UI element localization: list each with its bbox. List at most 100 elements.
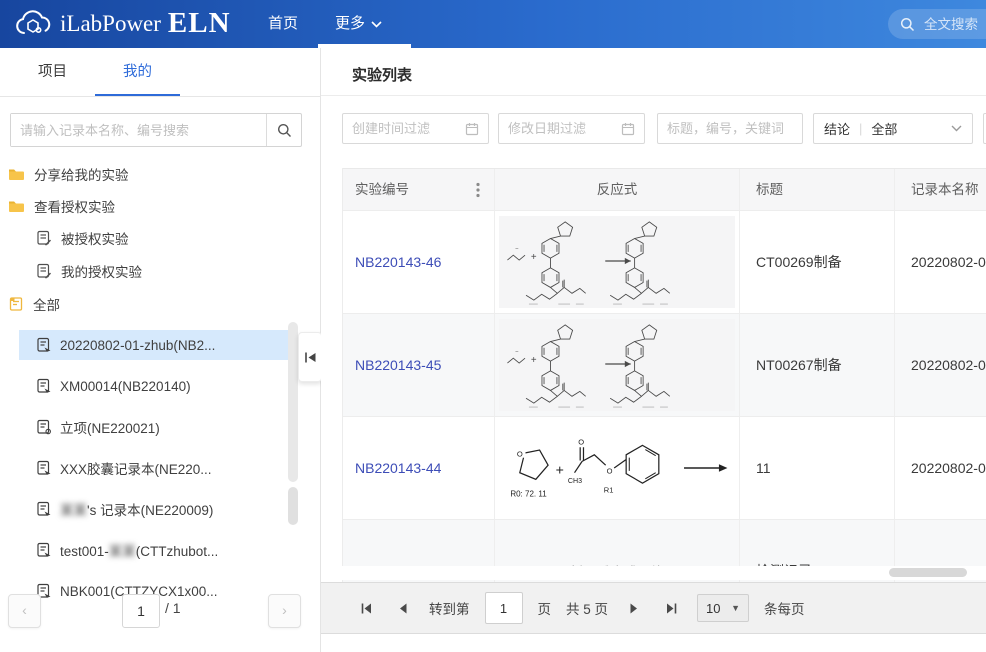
tree-item-granted-to-me[interactable]: 被授权实验 xyxy=(0,223,320,253)
tab-mine[interactable]: 我的 xyxy=(95,48,180,96)
reaction-image: − + xyxy=(499,216,735,308)
experiment-table: 实验编号 反应式 标题 记录本名称 NB220143-46 xyxy=(342,168,986,582)
ilabpower-eln-app: iLabPower ELN 首页 更多 项目 我的 xyxy=(0,0,986,652)
notebook-label: 立项(NE220021) xyxy=(60,417,160,437)
horizontal-scrollbar-thumb[interactable] xyxy=(889,568,967,577)
tree-item-shared[interactable]: 分享给我的实验 xyxy=(0,159,320,189)
table-header-row: 实验编号 反应式 标题 记录本名称 xyxy=(343,168,986,211)
sidebar-scrollbar-thumb[interactable] xyxy=(288,322,298,482)
tree-item-label: 我的授权实验 xyxy=(61,261,142,281)
nav-item-more[interactable]: 更多 xyxy=(335,0,382,48)
reaction-cell: O R0: 72. 11 + O CH3 O R1 xyxy=(495,417,740,520)
conclusion-select[interactable]: 结论 | 全部 xyxy=(813,113,973,144)
notebook-edit-icon xyxy=(36,378,52,394)
filter-created-date[interactable] xyxy=(342,113,489,144)
calendar-icon xyxy=(621,122,635,136)
collapse-left-icon xyxy=(304,351,317,364)
notebook-label: XXX胶囊记录本(NE220... xyxy=(60,458,212,478)
tree-item-authorized-folder[interactable]: 查看授权实验 xyxy=(0,191,320,221)
notebook-item[interactable]: test001-某某(CTTzhubot... xyxy=(19,535,288,565)
calendar-icon xyxy=(465,122,479,136)
experiment-link[interactable]: NB220143-46 xyxy=(355,254,441,270)
cloud-logo-icon xyxy=(14,9,54,39)
global-search[interactable] xyxy=(888,9,986,39)
notebook-edit-icon xyxy=(36,542,52,558)
page-title: 实验列表 xyxy=(352,64,412,85)
filter-keyword-input[interactable] xyxy=(658,121,802,136)
tree-item-all[interactable]: 全部 xyxy=(0,289,320,319)
search-icon xyxy=(277,123,292,138)
experiment-code-cell: NB220143-46 xyxy=(343,211,495,314)
next-page-button[interactable]: › xyxy=(268,594,301,628)
filter-keyword[interactable] xyxy=(657,113,803,144)
notebook-item[interactable]: XXX胶囊记录本(NE220... xyxy=(19,453,288,483)
reaction-cell: − + xyxy=(495,211,740,314)
chevron-down-icon xyxy=(951,125,962,132)
all-notes-icon xyxy=(8,296,24,312)
column-header-reaction: 反应式 xyxy=(495,169,740,211)
title-cell: CT00269制备 xyxy=(740,211,895,314)
notebook-edit-icon xyxy=(36,337,52,353)
table-horizontal-scrollbar xyxy=(342,566,986,580)
chevron-down-icon xyxy=(371,21,382,28)
filter-modified-date[interactable] xyxy=(498,113,645,144)
notebook-item-selected[interactable]: 20220802-01-zhub(NB2... xyxy=(19,330,288,360)
experiment-code-cell: NB220143-44 xyxy=(343,417,495,520)
column-menu-icon[interactable] xyxy=(476,182,480,198)
sidebar-tabs: 项目 我的 xyxy=(0,48,320,97)
last-page-button[interactable] xyxy=(660,597,682,619)
page-number-input[interactable] xyxy=(122,594,160,628)
sidebar-pagination: ‹ / 1 › xyxy=(0,594,320,628)
total-pages-label: 共 5 页 xyxy=(566,598,608,618)
notebook-icon xyxy=(36,230,52,246)
notebook-item[interactable]: XM00014(NB220140) xyxy=(19,371,288,401)
notebook-search-button[interactable] xyxy=(266,114,301,146)
tree-item-my-authorized[interactable]: 我的授权实验 xyxy=(0,256,320,286)
notebook-item[interactable]: 某某's 记录本(NE220009) xyxy=(19,494,288,524)
prev-page-button[interactable]: ‹ xyxy=(8,594,41,628)
reaction-image: O R0: 72. 11 + O CH3 O R1 xyxy=(499,422,735,514)
global-search-input[interactable] xyxy=(922,16,986,33)
svg-text:CH3: CH3 xyxy=(568,477,582,485)
notebook-tree: 分享给我的实验 查看授权实验 被授权实验 我的授权实验 xyxy=(0,159,320,606)
notebook-search-input[interactable] xyxy=(11,114,266,146)
sidebar-collapse-handle[interactable] xyxy=(298,332,322,382)
first-page-button[interactable] xyxy=(355,597,377,619)
select-divider: | xyxy=(859,121,862,136)
experiment-link[interactable]: NB220143-45 xyxy=(355,357,441,373)
experiment-code-cell: NB220143-45 xyxy=(343,314,495,417)
app-logo: iLabPower ELN xyxy=(14,7,231,40)
search-icon xyxy=(900,17,915,32)
prev-page-button[interactable] xyxy=(392,597,414,619)
column-header-title: 标题 xyxy=(740,169,895,211)
notebook-item[interactable]: 立项(NE220021) xyxy=(19,412,288,442)
page-size-select[interactable]: 10 ▼ xyxy=(697,594,749,622)
notebook-edit-icon xyxy=(36,501,52,517)
svg-text:−: − xyxy=(515,349,519,355)
goto-label: 转到第 xyxy=(429,598,470,618)
notebook-label: XM00014(NB220140) xyxy=(60,379,191,394)
filter-modified-input[interactable] xyxy=(499,121,621,136)
sidebar-scrollbar-thumb[interactable] xyxy=(288,487,298,525)
notebook-icon xyxy=(36,263,52,279)
nav-item-home[interactable]: 首页 xyxy=(268,0,298,48)
tree-item-label: 查看授权实验 xyxy=(34,196,115,216)
notebook-label: 某某's 记录本(NE220009) xyxy=(60,499,213,519)
svg-text:R0: 72. 11: R0: 72. 11 xyxy=(510,489,547,498)
notebook-edit-icon xyxy=(36,419,52,435)
filter-created-input[interactable] xyxy=(343,121,465,136)
notebook-cell: 20220802-01 xyxy=(895,211,986,314)
experiment-link[interactable]: NB220143-44 xyxy=(355,460,441,476)
reaction-cell: − + xyxy=(495,314,740,417)
next-page-button[interactable] xyxy=(623,597,645,619)
table-row: NB220143-45 − + xyxy=(343,314,986,417)
folder-icon xyxy=(8,199,25,213)
tree-item-label: 分享给我的实验 xyxy=(34,164,129,184)
notebook-edit-icon xyxy=(36,460,52,476)
page-number-input[interactable] xyxy=(485,592,523,624)
table-row: NB220143-44 O R0: 72. 11 + O xyxy=(343,417,986,520)
page-unit-label: 页 xyxy=(538,598,552,618)
tab-projects[interactable]: 项目 xyxy=(10,48,95,96)
dropdown-arrow-icon: ▼ xyxy=(731,603,740,613)
notebook-search xyxy=(10,113,302,147)
